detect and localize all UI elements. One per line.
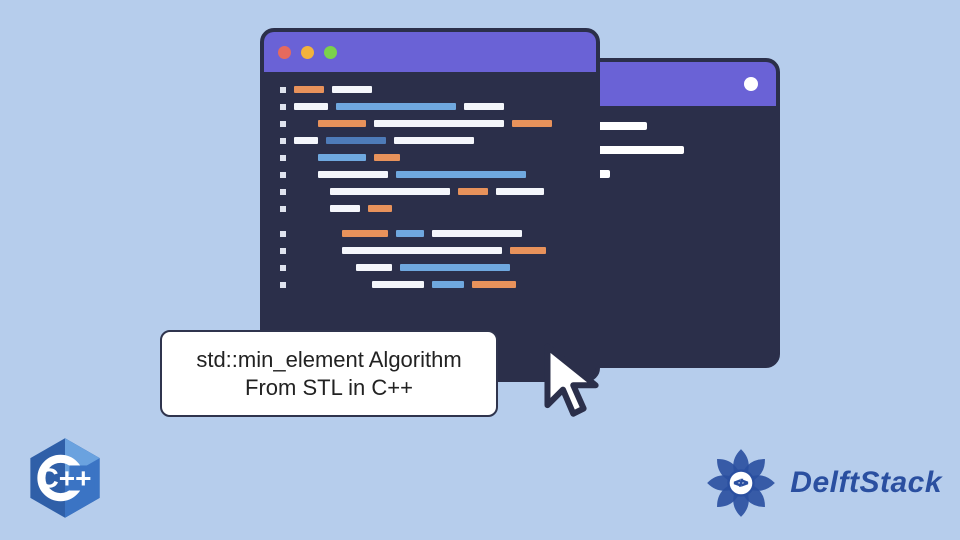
tutorial-hero-graphic: std::min_element Algorithm From STL in C…: [0, 0, 960, 540]
code-line: [280, 205, 580, 212]
code-line: [280, 171, 580, 178]
code-line: [280, 86, 580, 93]
code-line: [280, 247, 580, 254]
svg-text:C++: C++: [39, 463, 92, 494]
caption-line-2: From STL in C++: [180, 374, 478, 402]
code-window-front: [260, 28, 600, 382]
window-dot-icon: [744, 77, 758, 91]
traffic-light-close-icon: [278, 46, 291, 59]
code-line: [280, 230, 580, 237]
cursor-arrow-icon: [532, 338, 618, 424]
mandala-icon: </>: [702, 444, 780, 522]
article-title-caption: std::min_element Algorithm From STL in C…: [160, 330, 498, 417]
cpp-hex-icon: C++: [28, 436, 102, 520]
traffic-light-minimize-icon: [301, 46, 314, 59]
code-line: [280, 264, 580, 271]
window-titlebar-front: [264, 32, 596, 72]
code-line: [280, 103, 580, 110]
traffic-light-maximize-icon: [324, 46, 337, 59]
brand-name: DelftStack: [790, 466, 942, 500]
code-line: [280, 281, 580, 288]
code-window-front-body: [264, 72, 596, 314]
code-line: [280, 137, 580, 144]
caption-line-1: std::min_element Algorithm: [180, 346, 478, 374]
svg-text:</>: </>: [735, 478, 749, 488]
code-line: [280, 154, 580, 161]
code-line: [280, 120, 580, 127]
code-line: [280, 188, 580, 195]
delftstack-logo: </> DelftStack: [702, 444, 942, 522]
